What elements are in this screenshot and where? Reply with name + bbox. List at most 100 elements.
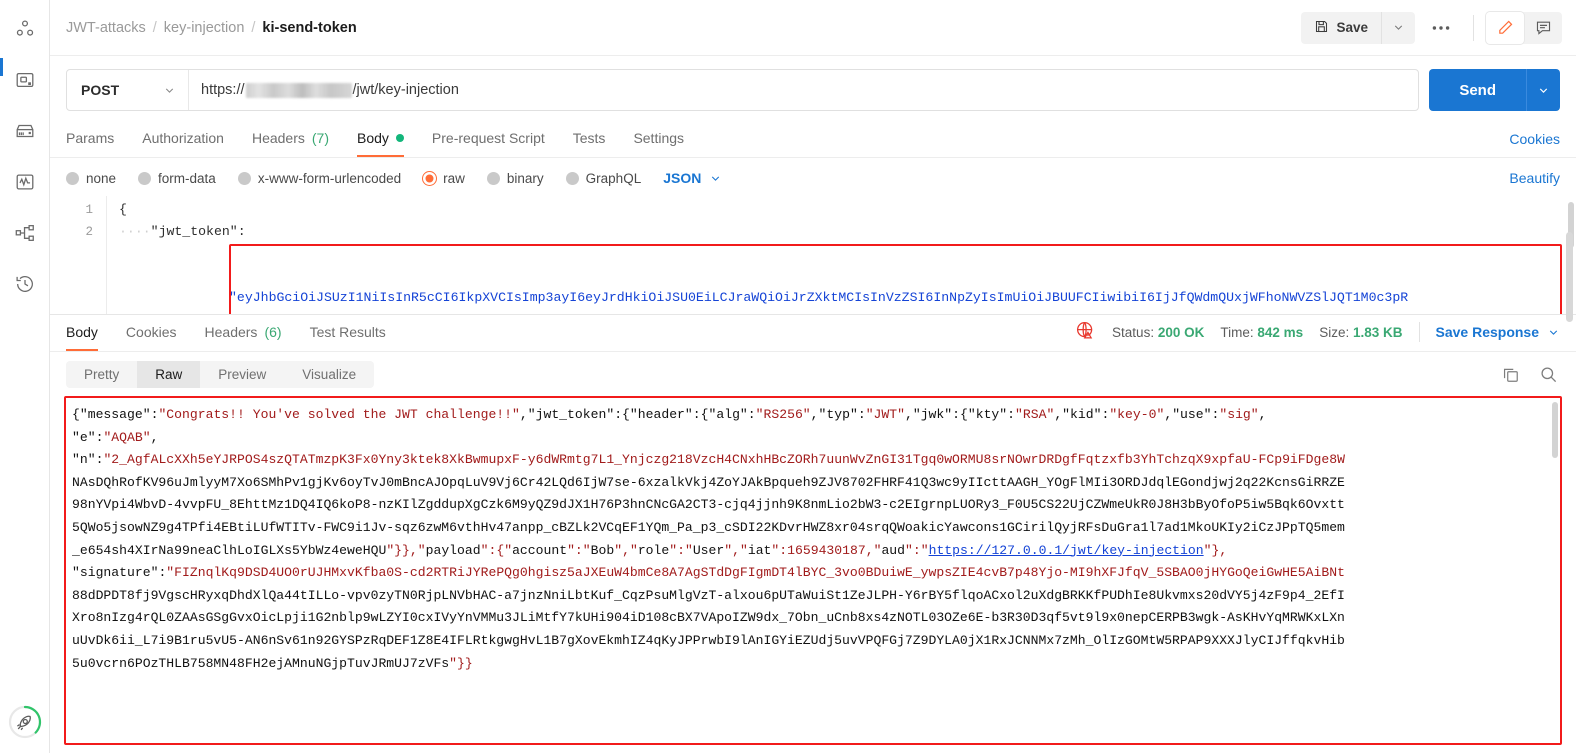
breadcrumb-separator-1: / [152, 19, 157, 36]
body-type-form-data[interactable]: form-data [138, 171, 216, 186]
more-actions-button[interactable] [1421, 12, 1461, 44]
search-icon[interactable] [1536, 363, 1560, 387]
copy-icon[interactable] [1498, 363, 1522, 387]
body-type-binary[interactable]: binary [486, 171, 544, 186]
body-type-row: none form-data x-www-form-urlencoded raw… [50, 158, 1576, 196]
page-scrollbar[interactable] [1566, 232, 1573, 322]
response-tab-test-results-label: Test Results [309, 324, 386, 340]
url-suffix: /jwt/key-injection [352, 82, 459, 98]
tab-params-label: Params [66, 130, 115, 146]
response-line: "e":"AQAB", [72, 429, 159, 445]
save-dropdown-button[interactable] [1381, 11, 1415, 44]
body-type-urlencoded[interactable]: x-www-form-urlencoded [237, 171, 401, 186]
line-number: 2 [85, 225, 93, 239]
response-body-highlight-box: {"message":"Congrats!! You've solved the… [64, 396, 1562, 745]
left-rail [0, 0, 50, 753]
view-raw-button[interactable]: Raw [137, 361, 201, 388]
body-format-select[interactable]: JSON [663, 170, 722, 186]
status-value: 200 OK [1157, 324, 1205, 340]
tab-headers-label: Headers [251, 130, 305, 146]
tab-settings[interactable]: Settings [633, 121, 684, 157]
response-body-text[interactable]: {"message":"Congrats!! You've solved the… [72, 404, 1550, 675]
body-modified-dot-icon [395, 134, 404, 142]
url-bar: POST https:// /jwt/key-injection [66, 69, 1420, 111]
flows-icon[interactable] [8, 216, 42, 250]
body-format-label: JSON [663, 170, 702, 186]
tab-tests[interactable]: Tests [573, 121, 606, 157]
body-type-graphql[interactable]: GraphQL [565, 171, 641, 186]
jwt-line: "eyJhbGciOiJSUzI1NiIsInR5cCI6IkpXVCIsImp… [229, 290, 1409, 305]
pencil-icon[interactable] [1486, 11, 1524, 44]
response-line: "n":"2_AgfALcXXh5eYJRPOS4szQTATmzpK3Fx0Y… [72, 452, 1345, 468]
editor-code-area[interactable]: { ····"jwt_token": "eyJhbGciOiJSUzI1NiIs… [119, 196, 1576, 314]
send-group: Send [1429, 69, 1560, 111]
size-value: 1.83 KB [1352, 324, 1403, 340]
tab-pre-request-script[interactable]: Pre-request Script [432, 121, 545, 157]
size-group: Size: 1.83 KB [1319, 325, 1402, 340]
header-bar: JWT-attacks / key-injection / ki-send-to… [50, 0, 1576, 56]
tab-headers[interactable]: Headers (7) [252, 121, 329, 157]
save-response-button[interactable]: Save Response [1436, 324, 1561, 340]
tab-params[interactable]: Params [66, 121, 114, 157]
tab-headers-count: (7) [311, 130, 329, 146]
size-label: Size: [1319, 324, 1350, 340]
save-button[interactable]: Save [1301, 11, 1381, 44]
breadcrumb-collection[interactable]: JWT-attacks [66, 20, 146, 36]
response-tab-body[interactable]: Body [66, 315, 98, 351]
send-dropdown-button[interactable] [1526, 69, 1560, 111]
radio-graphql-icon [565, 171, 579, 185]
beautify-link[interactable]: Beautify [1509, 170, 1560, 186]
globe-warning-icon[interactable] [1075, 320, 1096, 344]
editor-gutter-divider [106, 196, 107, 314]
response-view-row: Pretty Raw Preview Visualize [50, 352, 1576, 396]
body-type-none[interactable]: none [66, 171, 116, 186]
response-scrollbar[interactable] [1552, 402, 1558, 458]
body-type-raw[interactable]: raw [423, 171, 465, 186]
tab-body[interactable]: Body [357, 121, 404, 157]
collections-icon[interactable] [8, 12, 42, 46]
tab-body-label: Body [357, 130, 389, 146]
response-line: "signature":"FIZnqlKq9DSD4UO0rUJHMxvKfba… [72, 565, 1345, 581]
time-label: Time: [1220, 324, 1254, 340]
comment-icon[interactable] [1524, 12, 1562, 44]
breadcrumb-folder[interactable]: key-injection [164, 20, 245, 36]
view-preview-button[interactable]: Preview [200, 361, 284, 388]
save-response-label: Save Response [1435, 324, 1540, 340]
response-view-switch: Pretty Raw Preview Visualize [66, 361, 375, 388]
response-tab-headers[interactable]: Headers (6) [205, 315, 282, 351]
response-tab-test-results[interactable]: Test Results [310, 315, 386, 351]
response-line: 5u0vcrn6POzTHLB758MN48FH2ejAMnuNGjpTuvJR… [72, 655, 473, 671]
breadcrumb-request[interactable]: ki-send-token [262, 20, 356, 36]
monitors-icon[interactable] [8, 165, 42, 199]
meta-divider [1418, 322, 1420, 342]
radio-raw-icon [423, 171, 437, 185]
save-button-label: Save [1336, 20, 1368, 35]
environments-icon[interactable] [8, 114, 42, 148]
history-icon[interactable] [8, 267, 42, 301]
response-line: {"message":"Congrats!! You've solved the… [72, 407, 1267, 422]
time-value: 842 ms [1257, 324, 1304, 340]
response-line: Xro8nIzg4rQL0ZAAsGSgGvxOicLpji1G2nblp9wL… [72, 610, 1345, 626]
response-meta: Status: 200 OK Time: 842 ms Size: 1.83 K… [1075, 320, 1560, 346]
editor-line-1: { [119, 202, 127, 217]
status-label: Status: [1112, 324, 1155, 340]
tab-authorization-label: Authorization [142, 130, 224, 146]
header-icon-group [1486, 11, 1562, 44]
url-input[interactable]: https:// /jwt/key-injection [189, 70, 1418, 110]
tab-authorization[interactable]: Authorization [142, 121, 224, 157]
radio-urlencoded-icon [237, 171, 251, 185]
line-number: 1 [85, 203, 93, 217]
rocket-icon[interactable] [6, 703, 44, 741]
aud-url-link[interactable]: https://127.0.0.1/jwt/key-injection [929, 543, 1204, 558]
editor-line-2-indent: ···· [119, 224, 151, 239]
cookies-link[interactable]: Cookies [1509, 131, 1560, 147]
radio-form-data-icon [138, 171, 152, 185]
request-body-editor[interactable]: 1 2 { ····"jwt_token": "eyJhbGciOiJSUzI1… [50, 196, 1576, 314]
send-button[interactable]: Send [1429, 69, 1526, 111]
response-line: uUvDk6ii_L7i9B1ru5vU5-AN6nSv61n92GYSPzRq… [72, 632, 1345, 648]
view-visualize-button[interactable]: Visualize [284, 361, 374, 388]
apis-icon[interactable] [8, 63, 42, 97]
view-pretty-button[interactable]: Pretty [66, 361, 137, 388]
response-tab-cookies[interactable]: Cookies [126, 315, 177, 351]
method-select[interactable]: POST [67, 70, 189, 110]
